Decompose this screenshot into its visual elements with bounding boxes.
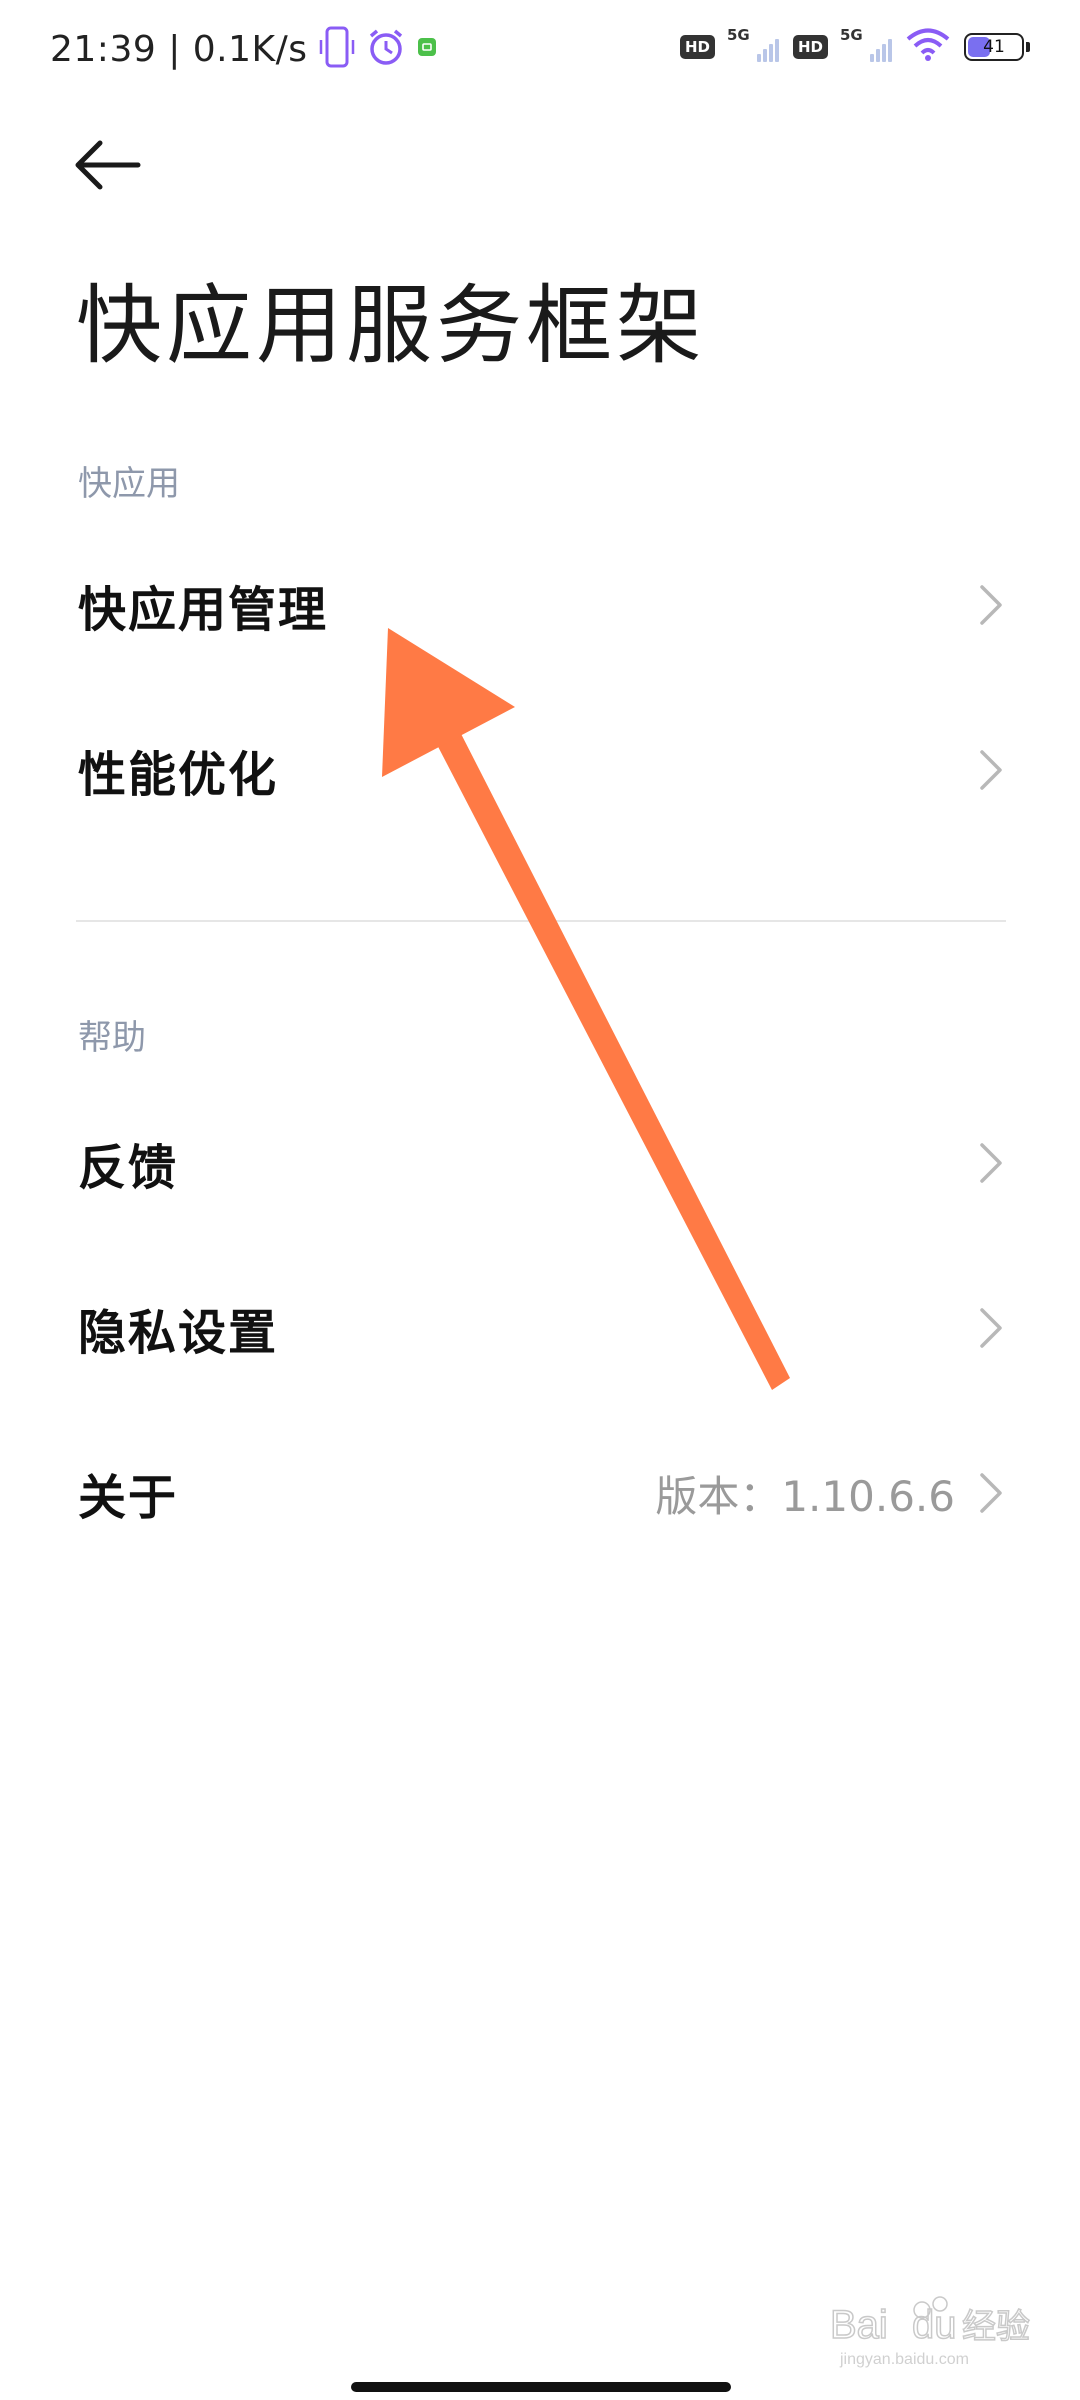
chevron-right-icon	[980, 1143, 1002, 1183]
row-performance-optimize[interactable]: 性能优化	[0, 705, 1080, 835]
baidu-paw-logo-icon: Bai du 经验 jingyan.baidu.com	[829, 2296, 1031, 2368]
chevron-right-icon	[980, 1308, 1002, 1348]
home-indicator[interactable]	[351, 2382, 731, 2392]
section-label-quick-app: 快应用	[78, 464, 180, 504]
hd-badge-1: HD	[679, 35, 715, 59]
baidu-jingyan-watermark: Bai du 经验 jingyan.baidu.com	[829, 2290, 1040, 2370]
svg-text:du: du	[912, 2303, 957, 2347]
row-privacy-settings[interactable]: 隐私设置	[0, 1263, 1080, 1393]
svg-text:经验: 经验	[962, 2307, 1030, 2347]
hd-badge-2: HD	[792, 35, 828, 59]
app-notification-icon	[416, 36, 438, 62]
row-about[interactable]: 关于 版本：1.10.6.6	[0, 1428, 1080, 1558]
battery-level: 41	[983, 37, 1005, 57]
back-arrow-icon	[75, 140, 141, 190]
chevron-right-icon	[980, 585, 1002, 625]
status-bar: 21:39 | 0.1K/s HD 5G HD 5G 41	[0, 0, 1080, 100]
row-label: 隐私设置	[78, 1305, 279, 1361]
signal-label-1: 5G	[726, 26, 750, 44]
row-feedback[interactable]: 反馈	[0, 1098, 1080, 1228]
row-label: 快应用管理	[78, 582, 329, 638]
status-time-speed: 21:39 | 0.1K/s	[50, 28, 308, 70]
row-label: 反馈	[78, 1140, 179, 1196]
section-label-help: 帮助	[78, 1018, 146, 1058]
svg-text:Bai: Bai	[830, 2303, 888, 2347]
chevron-right-icon	[980, 1473, 1002, 1513]
alarm-clock-icon	[366, 27, 406, 71]
row-label: 性能优化	[78, 747, 279, 803]
row-quick-app-manage[interactable]: 快应用管理	[0, 540, 1080, 670]
signal-icon-2: 5G	[840, 26, 892, 62]
signal-icon-1: 5G	[727, 26, 779, 62]
back-button[interactable]	[70, 135, 150, 195]
page-title: 快应用服务框架	[76, 276, 706, 376]
svg-text:jingyan.baidu.com: jingyan.baidu.com	[839, 2351, 969, 2368]
signal-label-2: 5G	[840, 26, 863, 44]
phone-vibrate-icon	[318, 26, 356, 72]
chevron-right-icon	[980, 750, 1002, 790]
battery-icon: 41	[964, 33, 1030, 61]
version-value: 版本：1.10.6.6	[655, 1471, 955, 1521]
row-label: 关于	[78, 1470, 179, 1526]
wifi-icon	[906, 28, 950, 66]
section-divider	[76, 920, 1006, 922]
